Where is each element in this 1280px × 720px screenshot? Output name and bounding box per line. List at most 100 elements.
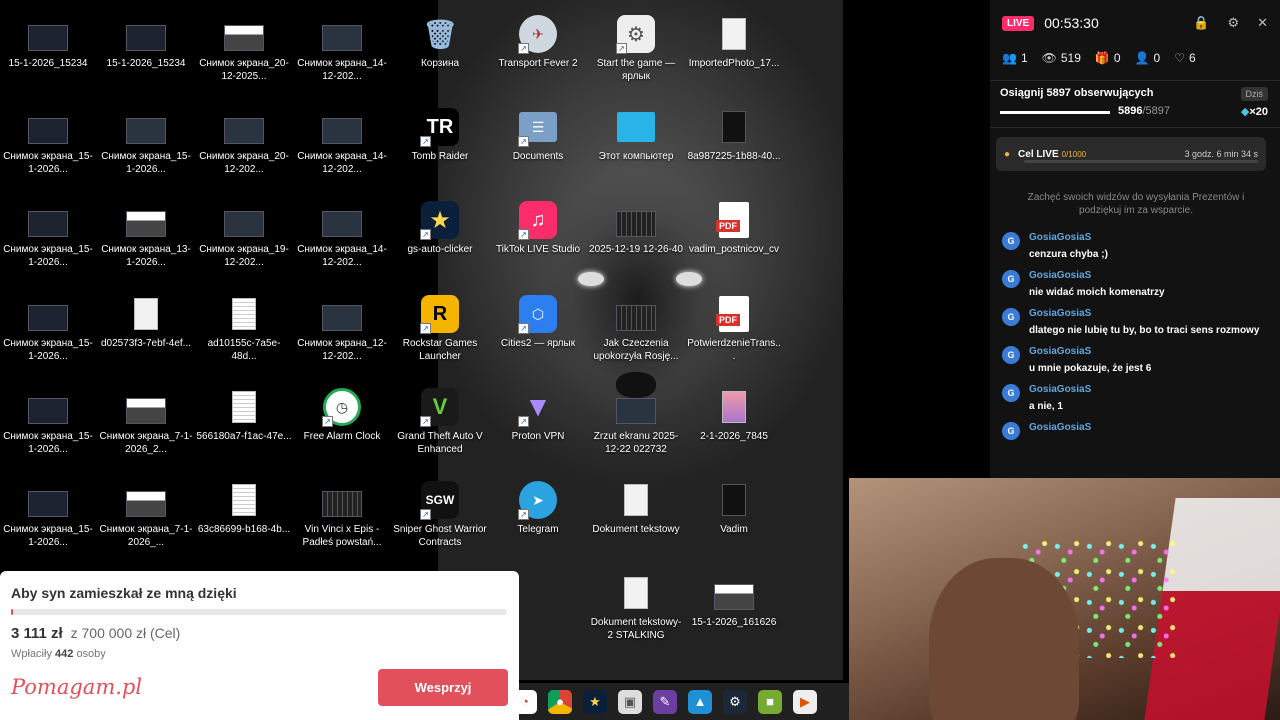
desktop-icon[interactable]: Снимок экрана_7-1-2026_2...: [98, 387, 194, 456]
desktop-icon-label: 2025-12-19 12-26-40: [589, 244, 683, 255]
user-avatar[interactable]: G: [1002, 308, 1020, 326]
desktop-icon[interactable]: Vadim: [686, 480, 782, 536]
desktop-icon[interactable]: Снимок экрана_13-1-2026...: [98, 200, 194, 269]
desktop-icon[interactable]: Снимок экрана_20-12-202...: [196, 107, 292, 176]
desktop-icon-label: Telegram: [517, 524, 559, 535]
desktop-icon[interactable]: R ↗ Rockstar Games Launcher: [392, 294, 488, 363]
desktop-icon[interactable]: Снимок экрана_15-1-2026...: [98, 107, 194, 176]
package-icon[interactable]: ▣: [618, 689, 642, 714]
desktop-icon-label: Start the game — ярлык: [596, 58, 676, 82]
desktop-icon[interactable]: 🗑 Корзина: [392, 14, 488, 70]
desktop-icon[interactable]: ⚙ ↗ Start the game — ярлык: [588, 14, 684, 83]
follower-goal[interactable]: Osiągnij 5897 obserwujących Dziś 5896/58…: [990, 80, 1280, 128]
user-avatar[interactable]: G: [1002, 384, 1020, 402]
desktop-icon[interactable]: Снимок экрана_19-12-202...: [196, 200, 292, 269]
desktop-icon[interactable]: Снимок экрана_15-1-2026...: [0, 200, 96, 269]
chat-username[interactable]: GosiaGosiaS: [1029, 232, 1108, 243]
chat-message[interactable]: G GosiaGosiaS a nie, 1: [1002, 384, 1272, 413]
chat-message[interactable]: G GosiaGosiaS: [1002, 422, 1272, 440]
gifts-stat[interactable]: 🎁 0: [1095, 51, 1121, 65]
desktop-icon[interactable]: SGW ↗ Sniper Ghost Warrior Contracts: [392, 480, 488, 549]
lock-icon[interactable]: 🔒: [1193, 15, 1209, 31]
desktop-icon-label: Zrzut ekranu 2025-12-22 022732: [593, 431, 679, 455]
desktop-icon-label: Снимок экрана_14-12-202...: [297, 151, 387, 175]
desktop-icon[interactable]: ➤ ↗ Telegram: [490, 480, 586, 536]
shortcut-arrow-icon: ↗: [518, 136, 529, 147]
add-user-icon: 👤: [1134, 51, 1150, 65]
desktop-icon-label: Vin Vinci x Epis - Padłeś powstań...: [302, 524, 382, 548]
desktop-icon[interactable]: ★ ↗ gs-auto-clicker: [392, 200, 488, 256]
desktop-icon[interactable]: ☰ ↗ Documents: [490, 107, 586, 163]
desktop-icon[interactable]: TR ↗ Tomb Raider: [392, 107, 488, 163]
guests-stat[interactable]: 👥 1: [1002, 51, 1028, 65]
desktop-icon[interactable]: 8a987225-1b88-40...: [686, 107, 782, 163]
desktop-icon[interactable]: ✈ ↗ Transport Fever 2: [490, 14, 586, 70]
likes-stat[interactable]: ♡ 6: [1174, 51, 1195, 65]
paint-icon[interactable]: ✎: [653, 689, 677, 714]
desktop-icon[interactable]: Снимок экрана_20-12-2025...: [196, 14, 292, 83]
desktop-icon[interactable]: ImportedPhoto_17...: [686, 14, 782, 70]
user-avatar[interactable]: G: [1002, 270, 1020, 288]
chat-username[interactable]: GosiaGosiaS: [1029, 270, 1165, 281]
desktop-icon[interactable]: PDF PotwierdzenieTrans...: [686, 294, 782, 363]
pomagam-logo[interactable]: Pomagam.pl: [11, 675, 142, 699]
steam-icon[interactable]: ⚙: [723, 689, 747, 714]
close-icon[interactable]: ✕: [1257, 15, 1268, 31]
desktop-icon[interactable]: 15-1-2026_15234: [98, 14, 194, 70]
chrome-icon[interactable]: ●: [548, 689, 572, 714]
desktop-icon[interactable]: Снимок экрана_15-1-2026...: [0, 294, 96, 363]
desktop-icon[interactable]: Zrzut ekranu 2025-12-22 022732: [588, 387, 684, 456]
desktop-icon[interactable]: ◷ ↗ Free Alarm Clock: [294, 387, 390, 443]
game-icon[interactable]: ■: [758, 689, 782, 714]
desktop-icon-label: Vadim: [720, 524, 748, 535]
desktop-icon[interactable]: 2025-12-19 12-26-40: [588, 200, 684, 256]
chat-username[interactable]: GosiaGosiaS: [1029, 422, 1091, 433]
desktop-icon[interactable]: 63c86699-b168-4b...: [196, 480, 292, 536]
desktop-icon[interactable]: 15-1-2026_15234: [0, 14, 96, 70]
desktop-icon[interactable]: Снимок экрана_14-12-202...: [294, 14, 390, 83]
desktop-icon[interactable]: Vin Vinci x Epis - Padłeś powstań...: [294, 480, 390, 549]
live-goal-box[interactable]: ● Cel LIVE 0/1000 3 godz. 6 min 34 s: [996, 137, 1266, 171]
desktop-icon[interactable]: Снимок экрана_14-12-202...: [294, 200, 390, 269]
desktop-icon[interactable]: Снимок экрана_14-12-202...: [294, 107, 390, 176]
desktop-icon[interactable]: ⬡ ↗ Cities2 — ярлык: [490, 294, 586, 350]
chat-message[interactable]: G GosiaGosiaS cenzura chyba ;): [1002, 232, 1272, 261]
shares-stat[interactable]: 👤 0: [1135, 51, 1161, 65]
desktop-icon[interactable]: PDF vadim_postnicov_cv: [686, 200, 782, 256]
desktop-icon[interactable]: d02573f3-7ebf-4ef...: [98, 294, 194, 350]
desktop-icon[interactable]: V ↗ Grand Theft Auto V Enhanced: [392, 387, 488, 456]
desktop-icon[interactable]: ad10155c-7a5e-48d...: [196, 294, 292, 363]
chat-list[interactable]: G GosiaGosiaS cenzura chyba ;) G GosiaGosiaS…: [1002, 232, 1272, 478]
donation-card: Aby syn zamieszkał ze mną dzięki 3 111 z…: [0, 571, 519, 720]
chat-username[interactable]: GosiaGosiaS: [1029, 346, 1151, 357]
shortcut-arrow-icon: ↗: [616, 43, 627, 54]
desktop-icon[interactable]: Dokument tekstowy-2 STALKING: [588, 573, 684, 642]
settings-icon[interactable]: ⚙: [1227, 15, 1239, 31]
desktop-icon[interactable]: Jak Czeczenia upokorzyła Rosję...: [588, 294, 684, 363]
chat-message[interactable]: G GosiaGosiaS dlatego nie lubię tu by, bo …: [1002, 308, 1272, 337]
star-icon[interactable]: ★: [583, 689, 607, 714]
user-avatar[interactable]: G: [1002, 422, 1020, 440]
desktop-icon[interactable]: Снимок экрана_15-1-2026...: [0, 107, 96, 176]
desktop-icon[interactable]: 566180a7-f1ac-47e...: [196, 387, 292, 443]
desktop-icon[interactable]: 2-1-2026_7845: [686, 387, 782, 443]
chat-username[interactable]: GosiaGosiaS: [1029, 308, 1259, 319]
chat-message[interactable]: G GosiaGosiaS nie widać moich komenatrzy: [1002, 270, 1272, 299]
user-avatar[interactable]: G: [1002, 346, 1020, 364]
desktop-icon[interactable]: ▼ ↗ Proton VPN: [490, 387, 586, 443]
desktop-icon[interactable]: Снимок экрана_7-1-2026_...: [98, 480, 194, 549]
views-stat[interactable]: 👁 519: [1042, 51, 1081, 65]
user-avatar[interactable]: G: [1002, 232, 1020, 250]
photos-icon[interactable]: ▲: [688, 689, 712, 714]
desktop-icon[interactable]: Снимок экрана_15-1-2026...: [0, 387, 96, 456]
chat-username[interactable]: GosiaGosiaS: [1029, 384, 1091, 395]
desktop-icon[interactable]: 15-1-2026_161626: [686, 573, 782, 629]
chat-message[interactable]: G GosiaGosiaS u mnie pokazuje, że jest 6: [1002, 346, 1272, 375]
desktop-icon[interactable]: Этот компьютер: [588, 107, 684, 163]
desktop-icon[interactable]: Снимок экрана_15-1-2026...: [0, 480, 96, 549]
desktop-icon[interactable]: Снимок экрана_12-12-202...: [294, 294, 390, 363]
support-button[interactable]: Wesprzyj: [378, 669, 508, 706]
desktop-icon[interactable]: ♫ ↗ TikTok LIVE Studio: [490, 200, 586, 256]
media-player-icon[interactable]: ▶: [793, 689, 817, 714]
desktop-icon[interactable]: Dokument tekstowy: [588, 480, 684, 536]
